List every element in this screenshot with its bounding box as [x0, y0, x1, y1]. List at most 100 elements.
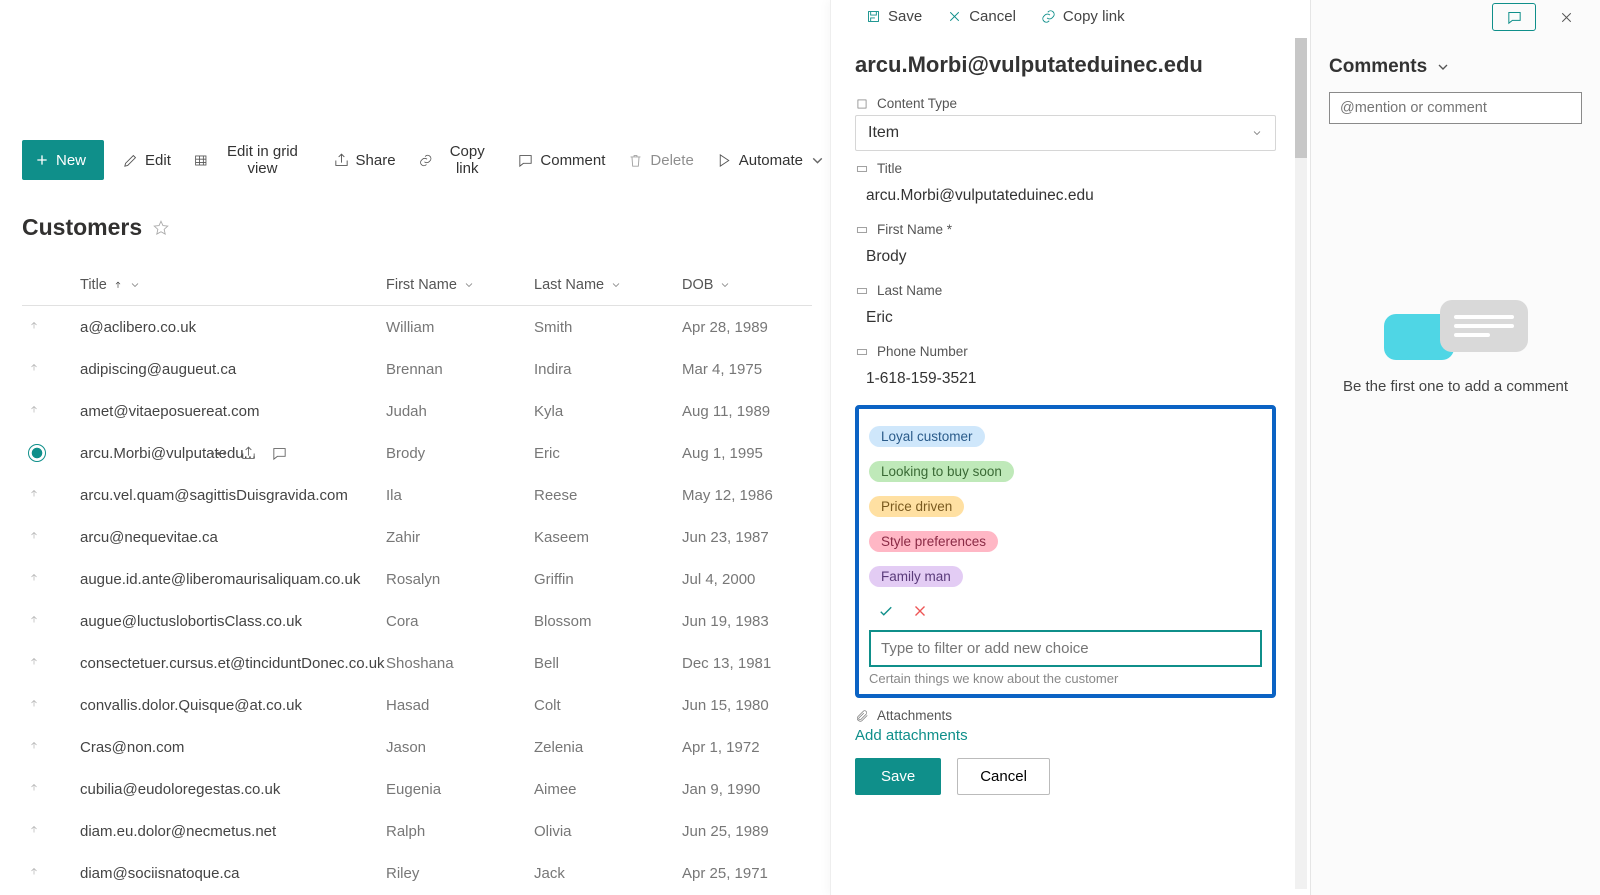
comment-icon[interactable] [271, 445, 288, 462]
col-last-header[interactable]: Last Name [534, 277, 682, 293]
col-first-header[interactable]: First Name [386, 277, 534, 293]
shared-indicator-icon [28, 657, 40, 669]
panel-save-button[interactable]: Save [861, 0, 926, 37]
table-row[interactable]: augue.id.ante@liberomaurisaliquam.co.ukR… [22, 558, 812, 600]
row-selector[interactable] [22, 657, 78, 669]
attributes-choice-dropdown: Loyal customerLooking to buy soonPrice d… [855, 405, 1276, 698]
shared-indicator-icon [28, 405, 40, 417]
row-selector[interactable] [22, 489, 78, 501]
row-selector[interactable] [22, 741, 78, 753]
row-selector[interactable] [22, 783, 78, 795]
row-first-name: Cora [386, 613, 534, 630]
share-button[interactable]: Share [329, 140, 400, 180]
shared-indicator-icon [28, 825, 40, 837]
check-icon[interactable] [877, 602, 895, 620]
delete-button[interactable]: Delete [623, 140, 697, 180]
row-selector[interactable] [22, 444, 78, 462]
row-last-name: Reese [534, 487, 682, 504]
radio-checked-icon[interactable] [28, 444, 46, 462]
panel-scrollbar[interactable] [1295, 38, 1307, 889]
col-dob-header[interactable]: DOB [682, 277, 812, 293]
table-row[interactable]: consectetuer.cursus.et@tinciduntDonec.co… [22, 642, 812, 684]
table-row[interactable]: cubilia@eudoloregestas.co.ukEugeniaAimee… [22, 768, 812, 810]
choice-option[interactable]: Looking to buy soon [869, 454, 1262, 489]
comments-toolbar [1311, 0, 1600, 34]
grid-edit-button[interactable]: Edit in grid view [189, 140, 315, 180]
link-icon [418, 152, 434, 169]
phone-value[interactable]: 1-618-159-3521 [855, 363, 1276, 395]
close-panel-button[interactable] [1544, 3, 1588, 31]
choice-filter-input[interactable] [869, 630, 1262, 667]
footer-save-button[interactable]: Save [855, 758, 941, 795]
row-title: convallis.dolor.Quisque@at.co.uk [78, 697, 386, 714]
item-detail-panel: Save Cancel Copy link arcu.Morbi@vulputa… [830, 0, 1310, 895]
row-selector[interactable] [22, 615, 78, 627]
scroll-thumb[interactable] [1295, 38, 1307, 158]
table-row[interactable]: amet@vitaeposuereat.comJudahKylaAug 11, … [22, 390, 812, 432]
last-value[interactable]: Eric [855, 302, 1276, 334]
table-row[interactable]: adipiscing@augueut.caBrennanIndiraMar 4,… [22, 348, 812, 390]
row-title: adipiscing@augueut.ca [78, 361, 386, 378]
row-first-name: Zahir [386, 529, 534, 546]
row-selector[interactable] [22, 867, 78, 879]
table-row[interactable]: diam.eu.dolor@necmetus.netRalphOliviaJun… [22, 810, 812, 852]
new-button[interactable]: New [22, 140, 104, 180]
row-selector[interactable] [22, 405, 78, 417]
new-label: New [56, 152, 86, 169]
share-icon[interactable] [240, 445, 257, 462]
row-last-name: Kyla [534, 403, 682, 420]
table-row[interactable]: arcu.vel.quam@sagittisDuisgravida.comIla… [22, 474, 812, 516]
favorite-star-icon[interactable] [152, 219, 170, 237]
comments-toggle[interactable] [1492, 3, 1536, 31]
shared-indicator-icon [28, 867, 40, 879]
comment-icon [1506, 9, 1523, 26]
choice-option[interactable]: Price driven [869, 489, 1262, 524]
empty-text: Be the first one to add a comment [1311, 378, 1600, 395]
table-row[interactable]: Cras@non.comJasonZeleniaApr 1, 1972 [22, 726, 812, 768]
first-value[interactable]: Brody [855, 241, 1276, 273]
table-row[interactable]: arcu.Morbi@vulputatedu...BrodyEricAug 1,… [22, 432, 812, 474]
more-icon[interactable] [211, 452, 226, 455]
copylink-label: Copy link [439, 143, 495, 177]
copylink-button[interactable]: Copy link [414, 140, 500, 180]
table-row[interactable]: diam@sociisnatoque.caRileyJackApr 25, 19… [22, 852, 812, 894]
row-selector[interactable] [22, 825, 78, 837]
add-attachments-link[interactable]: Add attachments [855, 727, 1276, 744]
link-icon [1040, 8, 1057, 25]
comment-button[interactable]: Comment [513, 140, 609, 180]
empty-illustration [1311, 300, 1600, 360]
close-icon[interactable] [911, 602, 929, 620]
title-label: Title [877, 161, 902, 176]
choice-option[interactable]: Style preferences [869, 524, 1262, 559]
edit-button[interactable]: Edit [118, 140, 175, 180]
shared-indicator-icon [28, 531, 40, 543]
row-selector[interactable] [22, 321, 78, 333]
table-row[interactable]: convallis.dolor.Quisque@at.co.ukHasadCol… [22, 684, 812, 726]
content-type-select[interactable]: Item [855, 115, 1276, 151]
row-dob: Apr 1, 1972 [682, 739, 812, 756]
comments-body: Comments [1311, 34, 1600, 146]
chevron-down-icon [610, 279, 622, 291]
row-selector[interactable] [22, 573, 78, 585]
comment-input[interactable] [1329, 92, 1582, 124]
row-selector[interactable] [22, 363, 78, 375]
comments-heading[interactable]: Comments [1329, 56, 1582, 78]
panel-cancel-button[interactable]: Cancel [942, 0, 1020, 37]
choice-option[interactable]: Family man [869, 559, 1262, 594]
edit-label: Edit [145, 152, 171, 169]
footer-cancel-button[interactable]: Cancel [957, 758, 1050, 795]
col-title-header[interactable]: Title [78, 277, 386, 293]
row-selector[interactable] [22, 699, 78, 711]
table-row[interactable]: arcu@nequevitae.caZahirKaseemJun 23, 198… [22, 516, 812, 558]
title-value[interactable]: arcu.Morbi@vulputateduinec.edu [855, 180, 1276, 212]
row-last-name: Zelenia [534, 739, 682, 756]
panel-copylink-button[interactable]: Copy link [1036, 0, 1129, 37]
row-dob: Apr 28, 1989 [682, 319, 812, 336]
row-dob: Jan 9, 1990 [682, 781, 812, 798]
table-row[interactable]: a@aclibero.co.ukWilliamSmithApr 28, 1989 [22, 306, 812, 348]
row-selector[interactable] [22, 531, 78, 543]
automate-button[interactable]: Automate [712, 140, 830, 180]
choice-option[interactable]: Loyal customer [869, 419, 1262, 454]
col-title-label: Title [80, 277, 107, 293]
table-row[interactable]: augue@luctuslobortisClass.co.ukCoraBloss… [22, 600, 812, 642]
